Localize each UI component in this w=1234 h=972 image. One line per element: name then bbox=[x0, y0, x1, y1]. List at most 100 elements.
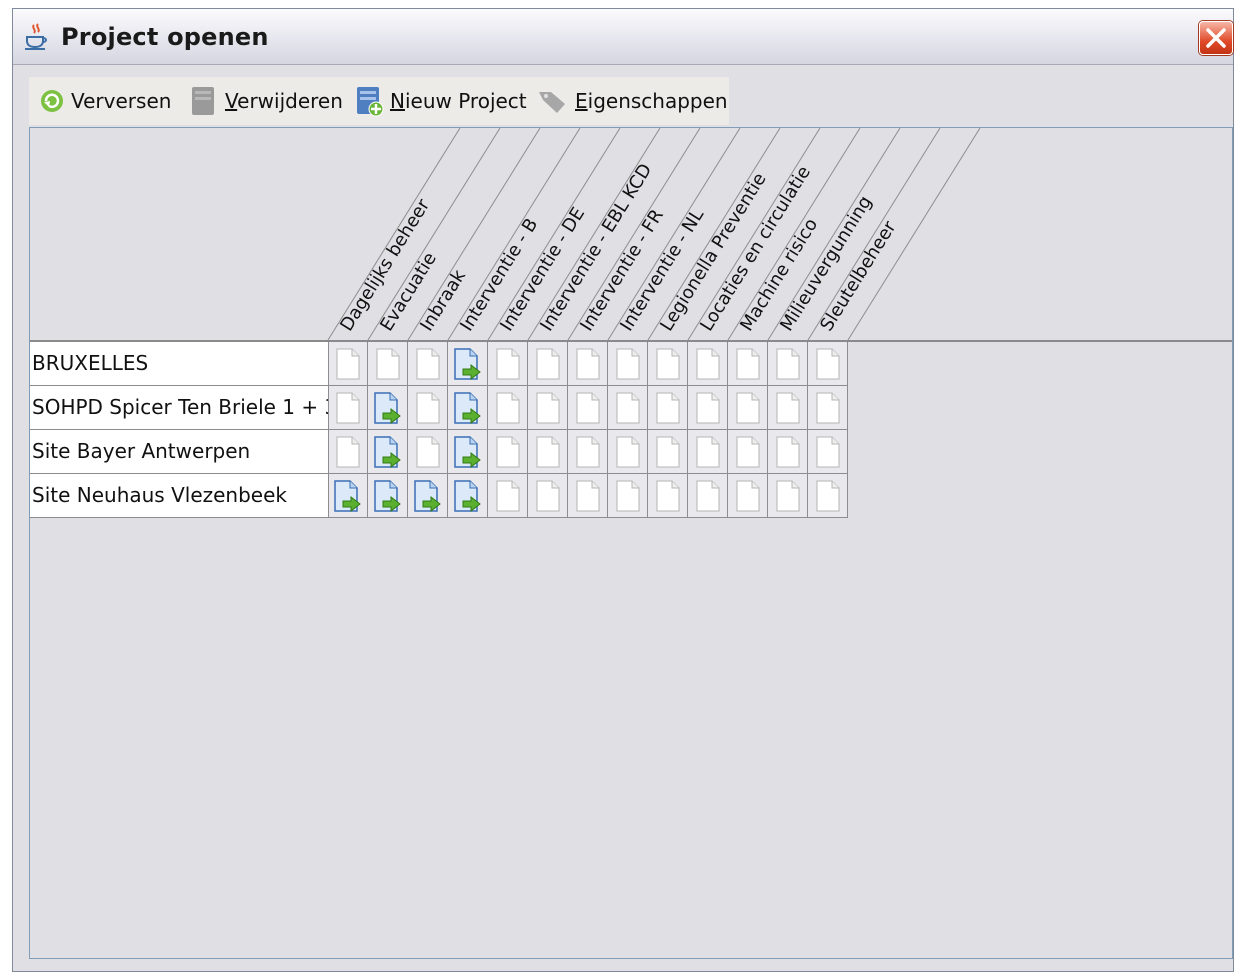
project-module-cell-open[interactable] bbox=[448, 430, 488, 474]
project-module-cell-empty[interactable] bbox=[808, 474, 848, 518]
project-module-cell-empty[interactable] bbox=[408, 430, 448, 474]
blank-document-icon bbox=[736, 436, 759, 467]
title-bar[interactable]: Project openen bbox=[13, 9, 1233, 65]
column-divider bbox=[847, 128, 981, 341]
blank-document-icon bbox=[696, 436, 719, 467]
project-module-cell-empty[interactable] bbox=[728, 474, 768, 518]
project-module-cell-empty[interactable] bbox=[728, 386, 768, 430]
project-module-cell-empty[interactable] bbox=[768, 386, 808, 430]
project-module-cell-empty[interactable] bbox=[808, 430, 848, 474]
project-module-cell-empty[interactable] bbox=[328, 386, 368, 430]
project-module-cell-empty[interactable] bbox=[488, 386, 528, 430]
project-module-cell-empty[interactable] bbox=[648, 430, 688, 474]
refresh-button[interactable]: Verversen bbox=[39, 85, 171, 117]
blank-document-icon bbox=[656, 436, 679, 467]
project-module-cell-empty[interactable] bbox=[568, 430, 608, 474]
blank-document-icon bbox=[416, 436, 439, 467]
open-document-arrow-icon bbox=[334, 479, 361, 512]
blank-document-icon bbox=[696, 348, 719, 379]
open-document-arrow-icon bbox=[413, 479, 441, 512]
table-row[interactable]: SOHPD Spicer Ten Briele 1 + 3 bbox=[30, 386, 848, 430]
project-module-cell-empty[interactable] bbox=[768, 342, 808, 386]
blank-document-icon bbox=[696, 480, 719, 511]
project-module-cell-open[interactable] bbox=[448, 386, 488, 430]
project-name[interactable]: Site Bayer Antwerpen bbox=[30, 430, 328, 474]
project-module-cell-empty[interactable] bbox=[648, 474, 688, 518]
project-module-cell-empty[interactable] bbox=[648, 386, 688, 430]
project-module-cell-empty[interactable] bbox=[328, 342, 368, 386]
project-module-cell-empty[interactable] bbox=[568, 342, 608, 386]
blank-document-icon bbox=[816, 480, 839, 511]
open-document-arrow-icon bbox=[373, 479, 401, 512]
table-row[interactable]: Site Bayer Antwerpen bbox=[30, 430, 848, 474]
open-document-arrow-icon bbox=[453, 479, 481, 512]
project-module-cell-empty[interactable] bbox=[488, 342, 528, 386]
project-module-cell-empty[interactable] bbox=[528, 474, 568, 518]
project-module-cell-empty[interactable] bbox=[688, 430, 728, 474]
project-module-cell-empty[interactable] bbox=[568, 386, 608, 430]
project-module-cell-empty[interactable] bbox=[328, 430, 368, 474]
project-module-cell-empty[interactable] bbox=[808, 342, 848, 386]
project-module-cell-open[interactable] bbox=[448, 474, 488, 518]
properties-button[interactable]: Eigenschappen bbox=[537, 85, 728, 117]
project-module-cell-empty[interactable] bbox=[528, 386, 568, 430]
project-name[interactable]: SOHPD Spicer Ten Briele 1 + 3 bbox=[30, 386, 328, 430]
project-name[interactable]: Site Neuhaus Vlezenbeek bbox=[30, 474, 328, 518]
project-module-cell-empty[interactable] bbox=[688, 342, 728, 386]
project-module-cell-empty[interactable] bbox=[408, 342, 448, 386]
delete-button[interactable]: Verwijderen bbox=[189, 85, 343, 117]
blank-document-icon bbox=[816, 392, 839, 423]
project-module-cell-empty[interactable] bbox=[488, 430, 528, 474]
project-module-cell-empty[interactable] bbox=[648, 342, 688, 386]
new-document-icon bbox=[357, 87, 384, 117]
project-module-cell-open[interactable] bbox=[368, 474, 408, 518]
project-module-cell-open[interactable] bbox=[368, 430, 408, 474]
project-module-cell-empty[interactable] bbox=[528, 430, 568, 474]
project-module-cell-empty[interactable] bbox=[568, 474, 608, 518]
open-document-arrow-icon bbox=[373, 391, 401, 424]
project-module-cell-empty[interactable] bbox=[528, 342, 568, 386]
properties-label: igenschappen bbox=[587, 89, 728, 113]
project-module-cell-empty[interactable] bbox=[688, 474, 728, 518]
project-module-cell-empty[interactable] bbox=[808, 386, 848, 430]
blank-document-icon bbox=[536, 436, 559, 467]
blank-document-icon bbox=[576, 348, 599, 379]
table-row[interactable]: BRUXELLES bbox=[30, 342, 848, 386]
project-module-cell-open[interactable] bbox=[328, 474, 368, 518]
blank-document-icon bbox=[576, 392, 599, 423]
project-module-cell-open[interactable] bbox=[368, 386, 408, 430]
project-module-cell-empty[interactable] bbox=[688, 386, 728, 430]
blank-document-icon bbox=[496, 436, 519, 467]
project-module-cell-empty[interactable] bbox=[608, 386, 648, 430]
project-module-cell-empty[interactable] bbox=[488, 474, 528, 518]
blank-document-icon bbox=[616, 480, 639, 511]
toolbar: Verversen Verwijderen Nieuw Project Eige… bbox=[29, 77, 729, 125]
blank-document-icon bbox=[816, 436, 839, 467]
blank-document-icon bbox=[776, 480, 799, 511]
blank-document-icon bbox=[656, 392, 679, 423]
project-module-cell-empty[interactable] bbox=[608, 342, 648, 386]
project-module-cell-empty[interactable] bbox=[768, 430, 808, 474]
project-module-cell-empty[interactable] bbox=[608, 430, 648, 474]
blank-document-icon bbox=[656, 480, 679, 511]
project-name[interactable]: BRUXELLES bbox=[30, 342, 328, 386]
table-row[interactable]: Site Neuhaus Vlezenbeek bbox=[30, 474, 848, 518]
blank-document-icon bbox=[536, 480, 559, 511]
blank-document-icon bbox=[496, 392, 519, 423]
blank-document-icon bbox=[776, 436, 799, 467]
close-button[interactable] bbox=[1199, 21, 1233, 55]
project-module-cell-empty[interactable] bbox=[408, 386, 448, 430]
blank-document-icon bbox=[616, 436, 639, 467]
new-project-button[interactable]: Nieuw Project bbox=[354, 85, 527, 117]
project-module-cell-empty[interactable] bbox=[608, 474, 648, 518]
project-module-cell-empty[interactable] bbox=[728, 342, 768, 386]
delete-label: erwijderen bbox=[237, 89, 343, 113]
open-document-arrow-icon bbox=[453, 391, 481, 424]
properties-label-mnemonic: E bbox=[575, 89, 588, 113]
project-module-cell-open[interactable] bbox=[448, 342, 488, 386]
project-module-cell-empty[interactable] bbox=[728, 430, 768, 474]
project-module-cell-empty[interactable] bbox=[768, 474, 808, 518]
project-open-window: Project openen Verversen Verwijderen Nie… bbox=[12, 8, 1234, 972]
project-module-cell-empty[interactable] bbox=[368, 342, 408, 386]
project-module-cell-open[interactable] bbox=[408, 474, 448, 518]
